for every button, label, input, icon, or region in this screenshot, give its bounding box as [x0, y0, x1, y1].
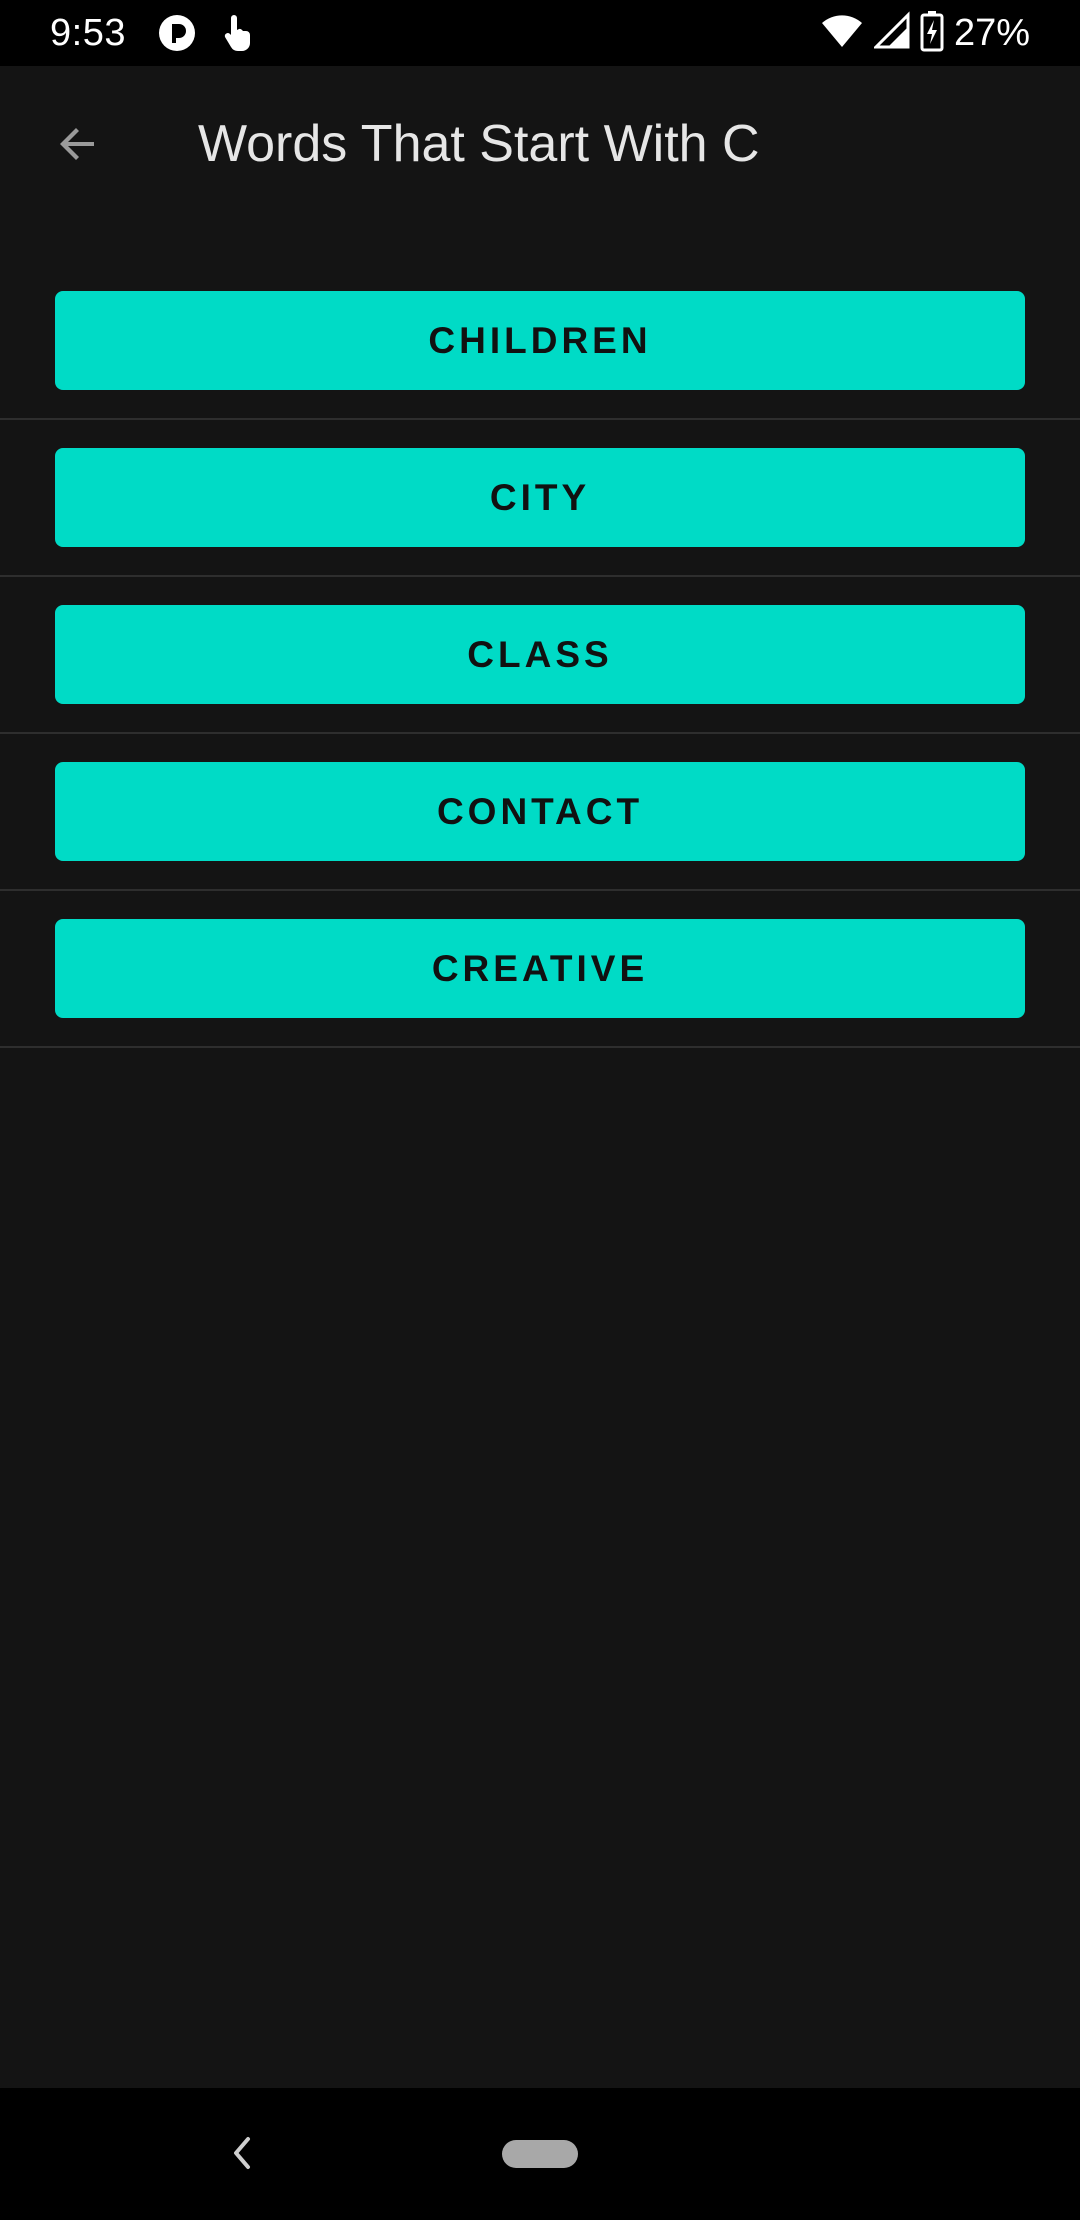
screen: 9:53 27% Words That Start With C CHILDRE…: [0, 0, 1080, 2220]
word-button-contact[interactable]: CONTACT: [55, 762, 1025, 861]
word-button-city[interactable]: CITY: [55, 448, 1025, 547]
word-button-class[interactable]: CLASS: [55, 605, 1025, 704]
wifi-icon: [820, 11, 864, 56]
list-item: CREATIVE: [0, 891, 1080, 1048]
cell-signal-icon: [872, 10, 910, 56]
list-item: CLASS: [0, 577, 1080, 734]
status-right-group: 27%: [820, 8, 1030, 58]
status-time: 9:53: [50, 12, 126, 54]
word-list: CHILDREN CITY CLASS CONTACT CREATIVE: [0, 263, 1080, 1048]
list-item: CONTACT: [0, 734, 1080, 891]
battery-percentage: 27%: [953, 12, 1030, 54]
home-pill-icon[interactable]: [502, 2140, 578, 2168]
word-button-children[interactable]: CHILDREN: [55, 291, 1025, 390]
back-button[interactable]: [38, 104, 118, 184]
chevron-left-icon: [234, 2137, 250, 2169]
system-nav-bar: [0, 2088, 1080, 2220]
word-button-creative[interactable]: CREATIVE: [55, 919, 1025, 1018]
list-item: CHILDREN: [0, 263, 1080, 420]
touch-gesture-icon: [216, 12, 258, 54]
list-item: CITY: [0, 420, 1080, 577]
page-title: Words That Start With C: [198, 115, 760, 173]
battery-charging-icon: [920, 10, 944, 57]
notification-app-icon: [156, 12, 198, 54]
status-bar: 9:53 27%: [0, 0, 1080, 66]
nav-back-button[interactable]: [212, 2118, 272, 2188]
arrow-back-icon: [60, 128, 94, 160]
app-bar: Words That Start With C: [0, 66, 1080, 224]
